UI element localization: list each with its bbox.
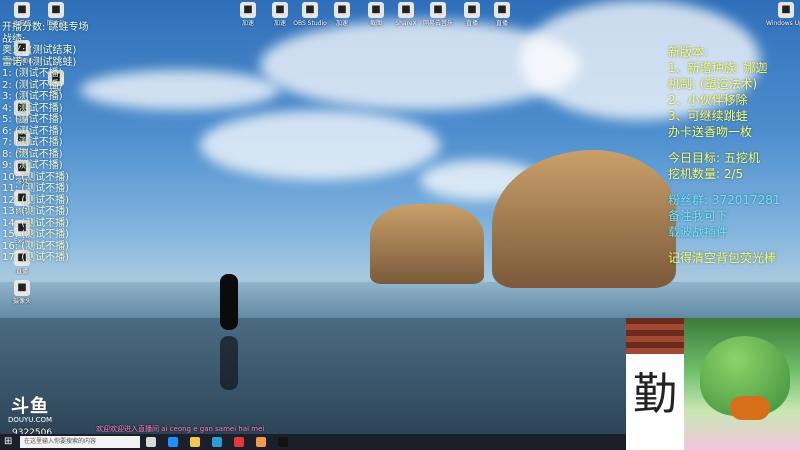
desktop-shortcut[interactable]: ■ 直播 [482, 2, 522, 27]
rock-left [370, 204, 484, 284]
desktop-shortcut-label: 直播 [15, 268, 28, 275]
capture-icon: ■ [368, 2, 384, 18]
overlay-left-line: 14: (测试不播) [2, 217, 70, 229]
runner-reflection [220, 336, 238, 390]
overlay-right-line: 挖机数量: 2/5 [668, 167, 744, 181]
edge-icon[interactable] [168, 437, 178, 447]
overlay-spacer [668, 182, 800, 192]
overlay-left-line: 8: (测试不播) [2, 148, 63, 160]
overlay-left-line: 2: (测试不播) [2, 79, 63, 91]
sharex-icon: ■ [398, 2, 414, 18]
overlay-right-line: 2、小伙伴移除 [668, 93, 748, 107]
overlay-left-line: 雷诺: (测试跳蛙) [2, 56, 77, 68]
stream-overlay-left: 开播分数: 跳蛙专场 战绩: 奥义: (测试结束) 雷诺: (测试跳蛙) 1: (测试不… [2, 22, 112, 264]
overlay-right-line: 3、可继续跳蛙 [668, 109, 748, 123]
explorer-icon[interactable] [190, 437, 200, 447]
overlay-left-line: 11: (测试不播) [2, 183, 70, 194]
overlay-left-line: 开播分数: 跳蛙专场 [2, 22, 89, 33]
desktop-shortcut-label: 摄像头 [12, 298, 31, 305]
desktop-shortcut[interactable]: ■ 摄像头 [2, 280, 42, 305]
overlay-left-line: 9: (测试不播) [2, 160, 63, 171]
obs-icon[interactable] [278, 437, 288, 447]
steam-icon: ■ [272, 2, 288, 18]
overlay-spacer [668, 140, 800, 150]
task-view-icon[interactable] [146, 437, 156, 447]
overlay-left-line: 5: (测试不播) [2, 114, 63, 125]
taskbar-search-input[interactable]: 在这里输入你要搜索的内容 [20, 436, 140, 448]
overlay-left-line: 奥义: (测试结束) [2, 45, 77, 56]
overlay-left-line: 战绩: [2, 33, 26, 45]
speed-icon: ■ [334, 2, 350, 18]
webcam-overlay: 勤 [626, 318, 800, 450]
overlay-left-line: 6: (测试不播) [2, 125, 63, 137]
overlay-spacer [668, 240, 800, 250]
runner-silhouette [220, 274, 238, 330]
live-icon: ■ [464, 2, 480, 18]
overlay-right-line: 办卡送香吻一枚 [668, 125, 753, 139]
overlay-left-line: 16: (测试不播) [2, 240, 70, 252]
overlay-left-line: 13: (测试不播) [2, 206, 70, 217]
overlay-left-line: 7: (测试不播) [2, 137, 63, 148]
douyu-logo: 斗鱼 DOUYU.COM [6, 392, 54, 424]
overlay-left-line: 17: (测试不播) [2, 252, 70, 263]
overlay-left-line: 12: (测试不播) [2, 194, 70, 206]
overlay-right-line: 今日目标: 五挖机 [668, 151, 760, 165]
frog-avatar [700, 336, 790, 420]
live-icon: ■ [494, 2, 510, 18]
douyu-logo-text: 斗鱼 [11, 396, 49, 417]
update-icon: ■ [778, 2, 794, 18]
taskbar: ⊞ 在这里输入你要搜索的内容 [0, 434, 626, 450]
douyu-logo-subtext: DOUYU.COM [7, 416, 53, 424]
desktop-shortcut-label: 直播 [495, 20, 508, 27]
desktop-shortcut[interactable]: ■ Windows Update [766, 2, 800, 27]
store-icon[interactable] [212, 437, 222, 447]
overlay-left-line: 15: (测试不播) [2, 229, 70, 240]
overlay-right-line: 机制: (塑造法术) [668, 77, 758, 91]
overlay-right-line: 粉丝群: 372017281 [668, 193, 781, 207]
music-icon: ■ [430, 2, 446, 18]
overlay-right-line: 记得清空背包荧光棒 [668, 251, 777, 265]
overlay-right-line: 载波战插件 [668, 225, 729, 239]
chat-scroll-text: 欢迎欢迎进入直播间 ai ceong e gan samei hai mei [96, 425, 265, 433]
overlay-left-line: 3: (测试不播) [2, 91, 63, 102]
sign-board: 勤 [626, 318, 684, 450]
overlay-left-line: 4: (测试不播) [2, 102, 63, 114]
windows-icon[interactable]: ⊞ [4, 436, 16, 448]
stream-overlay-right: 新版本: 1、新增种族: 娜迦 机制: (塑造法术) 2、小伙伴移除 3、可继续跳蛙 办卡… [668, 44, 800, 266]
desktop-shortcut-label: Windows Update [766, 20, 800, 27]
overlay-right-line: 备注我可下 [668, 209, 729, 223]
overlay-right-line: 新版本: [668, 45, 709, 59]
sea [0, 282, 800, 322]
overlay-left-line: 10: (测试不播) [2, 171, 70, 183]
netease-icon[interactable] [234, 437, 244, 447]
chrome-icon[interactable] [256, 437, 266, 447]
brick-header [626, 318, 684, 354]
recycle-icon: ■ [48, 2, 64, 18]
sign-character: 勤 [633, 369, 677, 420]
pc-icon: ■ [14, 2, 30, 18]
app-icon: ■ [240, 2, 256, 18]
camera-icon: ■ [14, 280, 30, 296]
overlay-left-line: 1: (测试不播) [2, 68, 63, 79]
obs-icon: ■ [302, 2, 318, 18]
overlay-right-line: 1、新增种族: 娜迦 [668, 61, 768, 75]
